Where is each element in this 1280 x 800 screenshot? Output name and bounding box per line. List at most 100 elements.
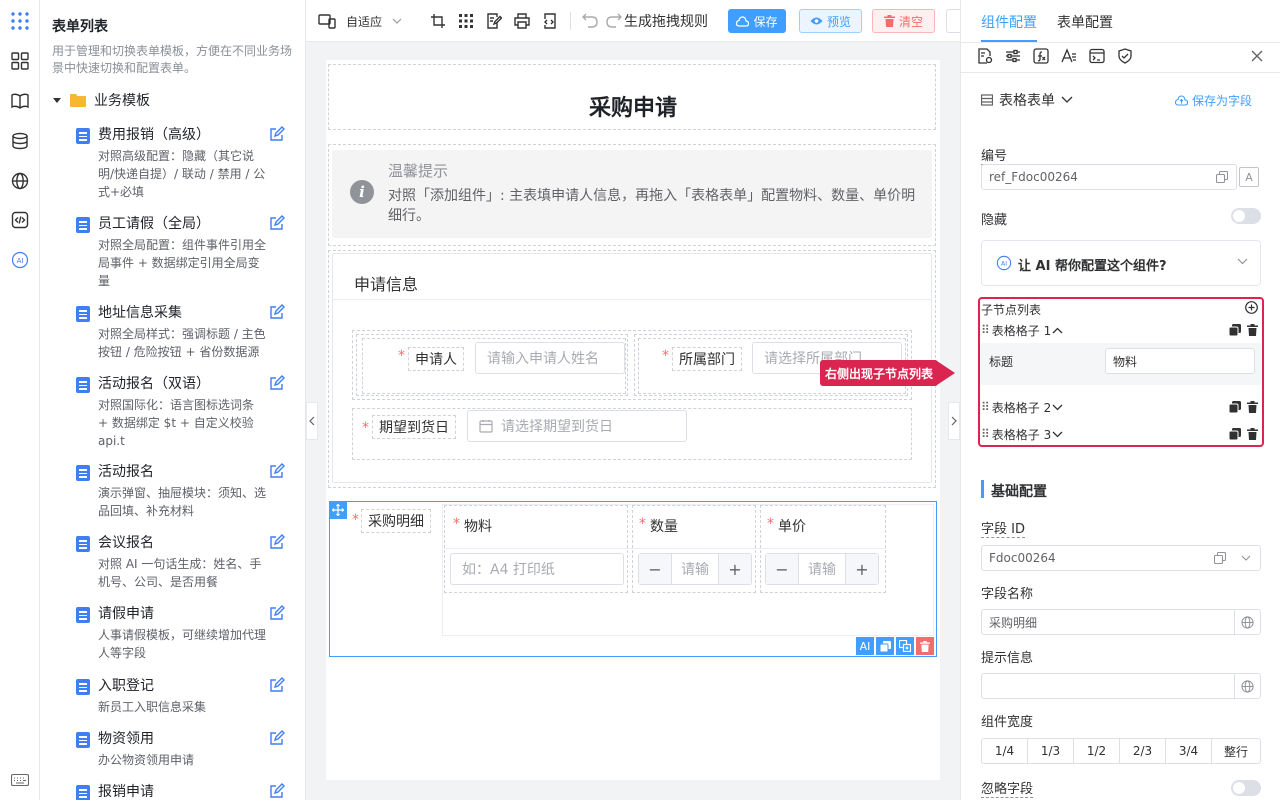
price-minus-button[interactable]: − — [766, 554, 799, 584]
template-desc: 新员工入职信息采集 — [98, 700, 207, 714]
child-item[interactable]: ⠿ 表格格子 1 — [981, 320, 1261, 340]
field-id-select[interactable]: Fdoc00264 — [981, 545, 1261, 571]
code-doc-icon[interactable] — [542, 10, 558, 32]
apps-grid-icon[interactable] — [9, 10, 31, 32]
field-name-input[interactable]: 采购明细 — [981, 609, 1261, 635]
ai-icon[interactable]: AI — [9, 249, 31, 271]
drag-handle-icon[interactable]: ⠿ — [981, 400, 990, 414]
components-icon[interactable] — [9, 50, 31, 72]
edit-icon[interactable] — [269, 126, 285, 142]
edit-icon[interactable] — [269, 534, 285, 550]
edit-icon[interactable] — [269, 375, 285, 391]
material-input[interactable]: 如：A4 打印纸 — [450, 553, 624, 585]
close-icon[interactable] — [1251, 50, 1263, 62]
move-handle-icon[interactable] — [329, 501, 347, 519]
ai-action-icon[interactable]: AI — [856, 637, 874, 655]
edit-icon[interactable] — [269, 304, 285, 320]
undo-icon[interactable] — [582, 10, 598, 32]
globe-icon[interactable] — [1234, 673, 1260, 699]
edit-icon[interactable] — [269, 463, 285, 479]
copy-icon[interactable] — [1229, 324, 1241, 336]
copy-icon[interactable] — [1229, 401, 1241, 413]
copy-icon[interactable] — [1229, 428, 1241, 440]
template-name: 员工请假（全局） — [98, 216, 210, 232]
keyboard-icon[interactable] — [9, 769, 31, 791]
add-circle-icon[interactable] — [1245, 301, 1258, 314]
tab-form-config[interactable]: 表单配置 — [1057, 12, 1113, 32]
qty-plus-button[interactable]: + — [718, 554, 751, 584]
copy-icon[interactable] — [1214, 552, 1226, 564]
edit-icon[interactable] — [269, 730, 285, 746]
drag-handle-icon[interactable]: ⠿ — [981, 323, 990, 337]
price-input[interactable]: 请输 — [799, 554, 845, 584]
hint-input[interactable] — [981, 673, 1261, 699]
collapse-left-button[interactable] — [306, 402, 318, 440]
col-header-material: * 物料 — [453, 516, 492, 535]
grid-icon[interactable] — [458, 10, 474, 32]
edit-icon[interactable] — [269, 783, 285, 799]
print-icon[interactable] — [514, 10, 530, 32]
copy-icon[interactable] — [1216, 171, 1228, 183]
more-button[interactable] — [946, 9, 960, 33]
preview-button[interactable]: 预览 — [799, 9, 862, 33]
width-option[interactable]: 1/2 — [1073, 738, 1120, 764]
edit-doc-icon[interactable] — [486, 10, 502, 32]
ignore-field-toggle[interactable] — [1231, 780, 1261, 796]
save-button[interactable]: 保存 — [728, 9, 786, 33]
delete-icon[interactable] — [916, 637, 934, 655]
basic-config-title: 基础配置 — [991, 484, 1047, 500]
hidden-toggle[interactable] — [1231, 208, 1261, 224]
qty-minus-button[interactable]: − — [639, 554, 672, 584]
copy-icon[interactable] — [876, 637, 894, 655]
edit-icon[interactable] — [269, 677, 285, 693]
generate-drag-rules-button[interactable]: 生成拖拽规则 — [624, 10, 708, 32]
collapse-right-button[interactable] — [948, 402, 960, 440]
globe-icon[interactable] — [9, 170, 31, 192]
width-option[interactable]: 1/4 — [981, 738, 1028, 764]
redo-icon[interactable] — [606, 10, 622, 32]
trash-icon[interactable] — [1247, 324, 1258, 336]
doc-settings-icon[interactable] — [977, 48, 993, 64]
window-icon[interactable] — [1089, 48, 1105, 64]
adaptive-select[interactable]: 自适应 — [318, 10, 402, 32]
save-as-field-button[interactable]: 保存为字段 — [1175, 92, 1252, 109]
drag-handle-icon[interactable]: ⠿ — [981, 427, 990, 441]
shield-icon[interactable] — [1117, 48, 1133, 64]
date-picker[interactable]: 请选择期望到货日 — [467, 410, 687, 442]
clear-button[interactable]: 清空 — [872, 9, 935, 33]
trash-icon[interactable] — [1247, 428, 1258, 440]
child-title-input[interactable]: 物料 — [1105, 348, 1255, 374]
child-item[interactable]: ⠿ 表格格子 3 — [981, 424, 1261, 444]
price-stepper[interactable]: − 请输 + — [765, 553, 879, 585]
function-icon[interactable] — [1033, 48, 1049, 64]
book-icon[interactable] — [9, 90, 31, 112]
applicant-input[interactable]: 请输入申请人姓名 — [475, 342, 625, 374]
template-desc: 对照全局样式：强调标题 / 主色按钮 / 危险按钮 + 省份数据源 — [98, 327, 266, 359]
width-option[interactable]: 整行 — [1211, 738, 1261, 764]
preview-label: 预览 — [826, 14, 851, 29]
component-type-select[interactable]: 表格表单 — [981, 90, 1073, 110]
price-plus-button[interactable]: + — [845, 554, 878, 584]
width-option[interactable]: 2/3 — [1119, 738, 1166, 764]
edit-icon[interactable] — [269, 605, 285, 621]
font-a-icon[interactable]: A — [1239, 167, 1259, 187]
width-option[interactable]: 1/3 — [1027, 738, 1074, 764]
sidebar-description: 用于管理和切换表单模板，方便在不同业务场景中快速切换和配置表单。 — [52, 44, 293, 75]
globe-icon[interactable] — [1234, 609, 1260, 635]
database-icon[interactable] — [9, 130, 31, 152]
crop-icon[interactable] — [430, 10, 446, 32]
edit-icon[interactable] — [269, 215, 285, 231]
sliders-icon[interactable] — [1005, 48, 1021, 64]
width-option[interactable]: 3/4 — [1165, 738, 1212, 764]
sidebar-title: 表单列表 — [52, 19, 108, 35]
child-item[interactable]: ⠿ 表格格子 2 — [981, 397, 1261, 417]
trash-icon[interactable] — [1247, 401, 1258, 413]
tab-component-config[interactable]: 组件配置 — [981, 12, 1037, 32]
id-input[interactable]: ref_Fdoc00264 — [981, 164, 1237, 190]
add-child-icon[interactable] — [896, 637, 914, 655]
qty-stepper[interactable]: − 请输 + — [638, 553, 752, 585]
code-icon[interactable] — [9, 209, 31, 231]
folder-business-templates[interactable]: 业务模板 — [52, 90, 150, 110]
qty-input[interactable]: 请输 — [672, 554, 718, 584]
text-style-icon[interactable] — [1061, 48, 1077, 64]
